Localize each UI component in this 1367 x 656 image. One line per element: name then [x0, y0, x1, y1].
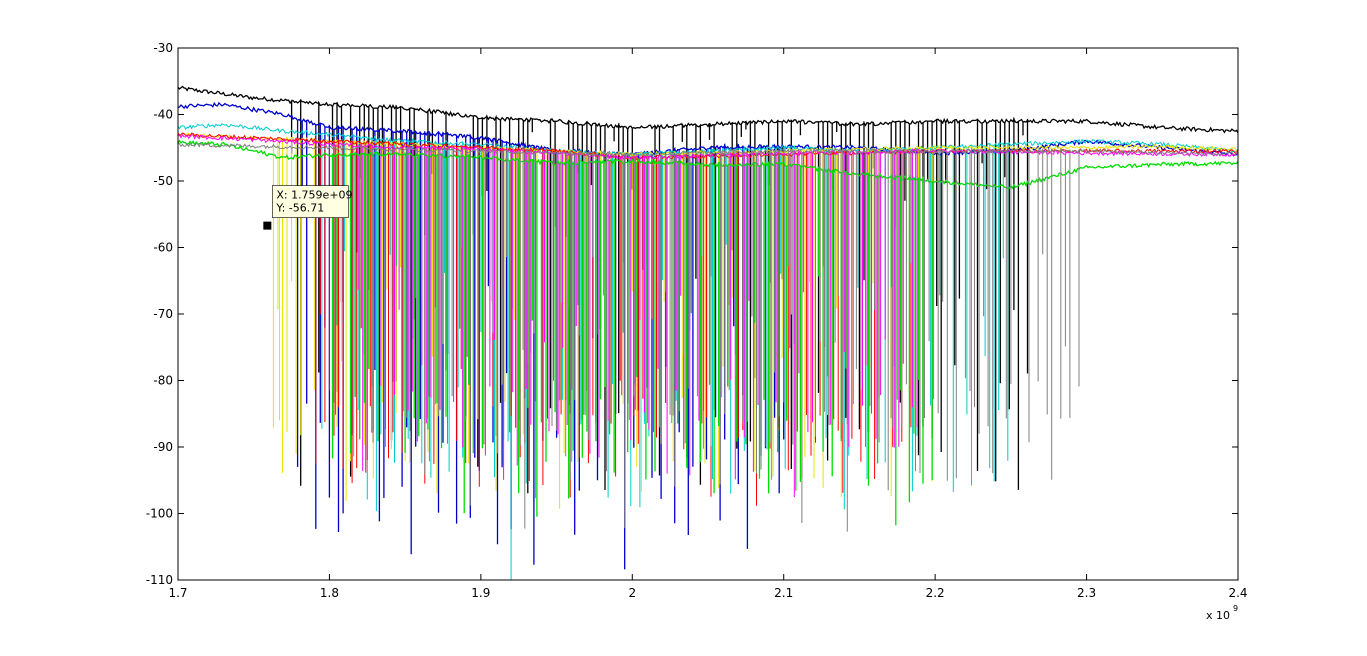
x-tick-label: 1.9	[471, 586, 490, 600]
x-tick-label: 2.1	[774, 586, 793, 600]
x-tick-label: 1.8	[320, 586, 339, 600]
y-tick-label: -80	[153, 374, 173, 388]
y-tick-label: -50	[153, 174, 173, 188]
y-tick-label: -100	[146, 507, 173, 521]
x-tick-label: 2	[628, 586, 636, 600]
y-tick-label: -60	[153, 241, 173, 255]
datatip-marker[interactable]	[263, 221, 272, 230]
datatip-y-text: Y: -56.71	[275, 202, 324, 215]
x-tick-label: 2.2	[926, 586, 945, 600]
x-tick-label: 1.7	[168, 586, 187, 600]
y-tick-label: -30	[153, 41, 173, 55]
y-tick-label: -40	[153, 108, 173, 122]
x-multiplier-label: x 10	[1206, 609, 1230, 622]
x-multiplier-exponent: 9	[1233, 604, 1238, 613]
line-chart: 1.7 1.8 1.9 2 2.1 2.2 2.3 2.4 -30 -40 -50 -60 -70 -80…	[146, 41, 1248, 622]
datatip-x-text: X: 1.759e+09	[276, 189, 352, 202]
y-tick-label: -70	[153, 307, 173, 321]
x-tick-label: 2.3	[1077, 586, 1096, 600]
x-tick-label: 2.4	[1228, 586, 1247, 600]
y-tick-label: -110	[146, 573, 173, 587]
figure-window: 1.7 1.8 1.9 2 2.1 2.2 2.3 2.4 -30 -40 -50 -60 -70 -80…	[0, 0, 1367, 652]
y-tick-label: -90	[153, 440, 173, 454]
